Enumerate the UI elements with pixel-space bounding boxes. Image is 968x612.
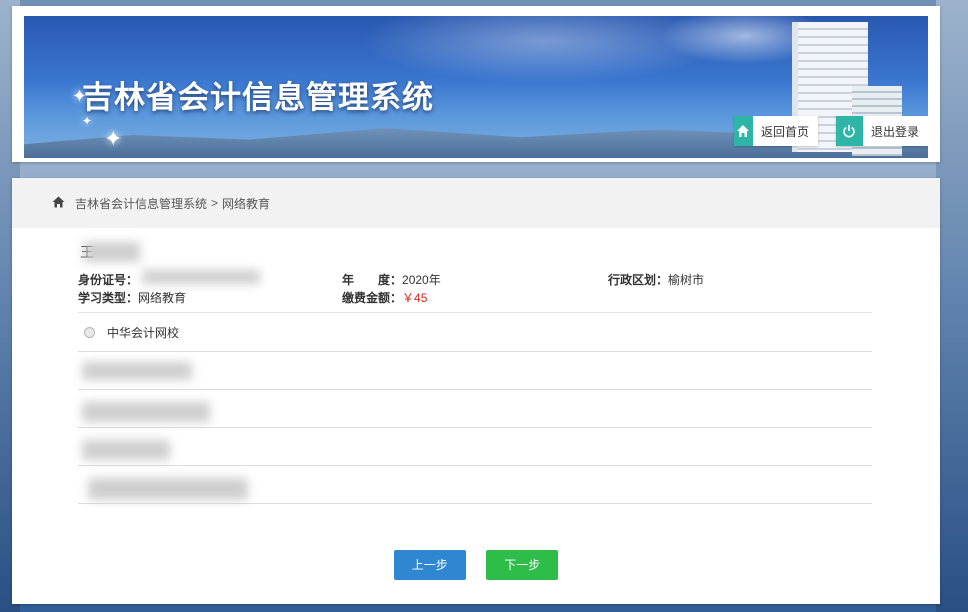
redacted-course [82,440,170,460]
breadcrumb-current: 网络教育 [222,196,271,211]
power-icon [836,116,863,146]
study-type-value: 网络教育 [138,291,187,305]
id-label: 身份证号： [78,273,139,287]
course-row [78,428,872,466]
logout-button[interactable]: 退出登录 [836,116,928,146]
prev-step-button[interactable]: 上一步 [393,550,466,580]
info-grid: 身份证号： 学习类型：网络教育 年 度：2020年 缴费金额：￥45 行政区划：… [78,268,872,308]
header-panel: ✦ ✦ ✦ 吉林省会计信息管理系统 返回首页 退出登录 [12,6,940,162]
year-value: 2020年 [402,273,441,287]
school-label: 中华会计网校 [107,325,180,340]
student-info: 王 身份证号： 学习类型：网络教育 年 度：2020年 缴费金额：￥45 行政区… [78,236,872,504]
region-label: 行政区划： [608,273,669,287]
study-type: 学习类型：网络教育 [78,289,186,306]
year: 年 度：2020年 [342,271,441,288]
home-icon [52,196,65,211]
fee-value: ￥45 [402,291,428,305]
redacted-id [142,270,260,284]
school-radio[interactable] [84,326,95,338]
region: 行政区划：榆树市 [608,271,704,288]
region-value: 榆树市 [668,273,705,287]
sparkle-icon: ✦ [104,126,123,151]
breadcrumb-root-link[interactable]: 吉林省会计信息管理系统 [75,195,207,212]
background-right [936,0,968,612]
fee: 缴费金额：￥45 [342,289,427,306]
next-step-button[interactable]: 下一步 [486,550,559,580]
system-title: 吉林省会计信息管理系统 [82,80,434,115]
fee-label: 缴费金额： [342,291,403,305]
redacted-course [88,478,248,500]
home-button[interactable]: 返回首页 [734,116,818,146]
step-buttons: 上一步 下一步 [12,550,940,580]
year-label: 年 度： [342,273,403,287]
course-row [78,466,872,504]
header-banner: ✦ ✦ ✦ 吉林省会计信息管理系统 返回首页 退出登录 [24,16,928,158]
redacted-course [82,402,210,422]
school-option[interactable]: 中华会计网校 [78,313,872,352]
home-icon [734,116,753,146]
main-panel: 吉林省会计信息管理系统 > 网络教育 王 身份证号： 学习类型：网络教育 年 度… [12,178,940,604]
study-type-label: 学习类型： [78,291,139,305]
logout-button-label: 退出登录 [870,124,919,139]
student-name: 王 [78,236,872,268]
course-row [78,352,872,390]
redacted-name [84,242,140,262]
breadcrumb-separator: > [211,196,219,210]
home-button-label: 返回首页 [760,124,809,139]
course-row [78,390,872,428]
redacted-course [82,362,192,380]
breadcrumb: 吉林省会计信息管理系统 > 网络教育 [12,178,940,228]
